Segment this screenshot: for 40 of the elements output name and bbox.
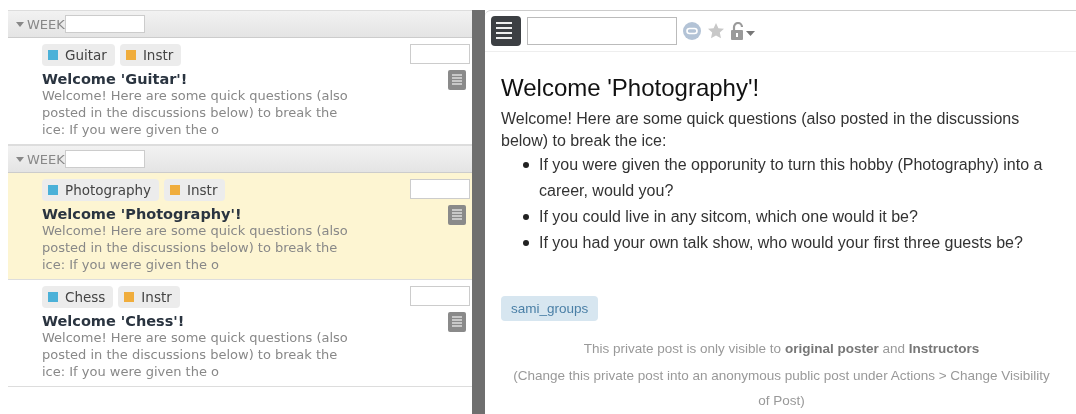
bullet-icon [523, 240, 529, 246]
post-snippet: Welcome! Here are some quick questions (also posted in the discussions below) to break the ice: If you were given the o [42, 87, 349, 138]
folder-tag[interactable]: Instr [118, 286, 180, 308]
date-field[interactable] [410, 44, 470, 64]
folder-tag[interactable]: Instr [119, 44, 182, 66]
visibility-notice: This private post is only visible to original poster and Instructors [582, 341, 981, 356]
folder-tag[interactable]: Guitar [42, 44, 115, 66]
note-icon[interactable] [448, 205, 466, 225]
date-field[interactable] [410, 179, 470, 199]
list-item-text: If you had your own talk show, who would your first three guests be? [539, 233, 1023, 253]
folder-tag[interactable]: Chess [42, 286, 114, 308]
folder-tag[interactable]: sami_groups [501, 296, 599, 321]
post-title: Welcome 'Chess'! [42, 313, 186, 329]
link-icon[interactable] [683, 22, 701, 40]
collapse-caret-icon[interactable] [16, 156, 24, 162]
visibility-hint: (Change this private post into an anonymous public post under Actions > Change Visibility of Post) [512, 367, 1051, 410]
post-title: Welcome 'Photography'! [42, 206, 243, 222]
title-field[interactable] [527, 17, 677, 45]
date-field[interactable] [410, 286, 470, 306]
bullet-icon [523, 162, 529, 168]
post-item[interactable]: Photography Instr Welcome 'Photography'! Welcome! Here are some quick questions (also posted in the discussions below) to break the ice: If you were given the o [8, 173, 472, 280]
post-snippet: Welcome! Here are some quick questions (also posted in the discussions below) to break the ice: If you were given the o [42, 329, 349, 380]
post-heading: Welcome 'Photography'! [501, 74, 761, 102]
folder-tag[interactable]: Photography [42, 179, 160, 201]
list-item-text: If you were given the opporunity to turn this hobby (Photography) into a career, would you? [539, 155, 1044, 201]
lock-dropdown-icon[interactable] [731, 22, 755, 40]
panel-resize-handle[interactable] [472, 10, 485, 414]
bullet-icon [523, 214, 529, 220]
folder-tag[interactable]: Instr [164, 179, 226, 201]
post-title: Welcome 'Guitar'! [42, 71, 189, 87]
week-name-field[interactable] [64, 15, 145, 33]
post-snippet: Welcome! Here are some quick questions (also posted in the discussions below) to break the ice: If you were given the o [42, 222, 349, 273]
collapse-caret-icon[interactable] [16, 21, 24, 27]
star-icon[interactable] [707, 22, 725, 40]
list-item-text: If you could live in any sitcom, which one would it be? [539, 207, 918, 227]
note-icon[interactable] [448, 70, 466, 90]
week-name-field[interactable] [64, 150, 145, 168]
menu-button[interactable] [491, 16, 521, 46]
note-icon[interactable] [448, 312, 466, 332]
post-text: Welcome! Here are some quick questions (also posted in the discussions below) to break the ice: [501, 109, 1021, 151]
